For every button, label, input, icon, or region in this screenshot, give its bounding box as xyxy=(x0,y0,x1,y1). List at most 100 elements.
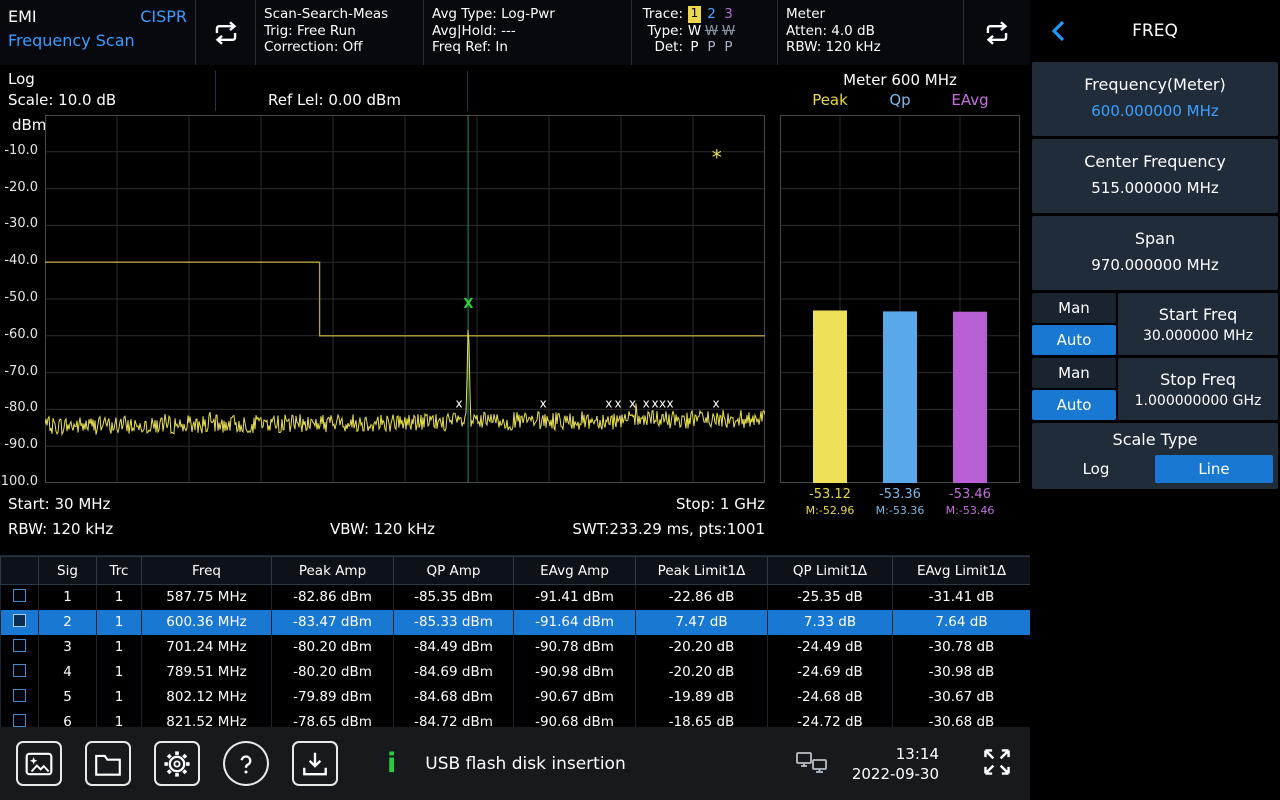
svg-text:x: x xyxy=(629,397,636,411)
clock[interactable]: 13:14 2022-09-30 xyxy=(852,744,939,784)
meter-settings-segment[interactable]: Meter Atten: 4.0 dB RBW: 120 kHz xyxy=(778,0,964,65)
table-cell: -24.49 dB xyxy=(768,635,893,660)
table-row[interactable]: 61821.52 MHz-78.65 dBm-84.72 dBm-90.68 d… xyxy=(1,710,1031,728)
trace-2-badge[interactable]: 2 xyxy=(707,6,716,23)
span-button[interactable]: Span 970.000000 MHz xyxy=(1032,216,1278,290)
meter-loop-button[interactable] xyxy=(964,0,1030,65)
row-checkbox[interactable] xyxy=(13,664,26,677)
table-cell: -20.20 dB xyxy=(636,635,768,660)
fullscreen-button[interactable] xyxy=(980,745,1014,783)
table-cell: 1 xyxy=(97,585,142,610)
trigger-status: Trig: Free Run xyxy=(264,23,415,40)
swt-label: SWT:233.29 ms, pts:1001 xyxy=(572,520,765,538)
frequency-meter-label: Frequency(Meter) xyxy=(1032,75,1278,94)
gear-icon xyxy=(161,748,193,780)
usb-devices-icon[interactable] xyxy=(795,749,829,779)
start-freq-man-toggle[interactable]: Man xyxy=(1032,293,1116,323)
table-cell: 2 xyxy=(39,610,97,635)
table-row[interactable]: 21600.36 MHz-83.47 dBm-85.33 dBm-91.64 d… xyxy=(1,610,1031,635)
avg-hold: Avg|Hold: --- xyxy=(432,23,623,40)
table-row[interactable]: 11587.75 MHz-82.86 dBm-85.35 dBm-91.41 d… xyxy=(1,585,1031,610)
center-frequency-button[interactable]: Center Frequency 515.000000 MHz xyxy=(1032,139,1278,213)
table-cell: 1 xyxy=(97,610,142,635)
frequency-meter-value: 600.000000 MHz xyxy=(1032,102,1278,120)
row-checkbox[interactable] xyxy=(13,614,26,627)
scale-value-label[interactable]: Scale: 10.0 dB xyxy=(8,91,116,109)
avg-segment[interactable]: Avg Type: Log-Pwr Avg|Hold: --- Freq Ref… xyxy=(424,0,632,65)
table-cell: -24.72 dB xyxy=(768,710,893,728)
spectrum-section: Log Scale: 10.0 dB Ref Lel: 0.00 dBm dBm… xyxy=(0,65,1030,555)
column-header: EAvg Limit1Δ xyxy=(893,557,1031,585)
y-tick-label: -30.0 xyxy=(4,216,38,231)
atten-value: Atten: 4.0 dB xyxy=(786,23,955,40)
back-button[interactable] xyxy=(1048,18,1070,49)
scale-log-option[interactable]: Log xyxy=(1037,455,1155,483)
trace-3-badge[interactable]: 3 xyxy=(724,6,733,23)
table-cell: 1 xyxy=(97,710,142,728)
row-checkbox[interactable] xyxy=(13,689,26,702)
annot-divider xyxy=(467,71,468,111)
folder-icon xyxy=(93,749,123,779)
trace-segment[interactable]: Trace: 1 2 3 Type: W W W Det: P P P xyxy=(632,0,778,65)
trace-3-det: P xyxy=(724,39,732,56)
scale-line-option[interactable]: Line xyxy=(1155,455,1273,483)
stop-freq-man-toggle[interactable]: Man xyxy=(1032,358,1116,388)
file-browser-button[interactable] xyxy=(85,741,131,786)
sweep-loop-button[interactable] xyxy=(196,0,256,65)
table-cell: -22.86 dB xyxy=(636,585,768,610)
freq-menu-sidebar: FREQ Frequency(Meter) 600.000000 MHz Cen… xyxy=(1030,0,1280,800)
meter-bar-maxhold: M:-52.96 xyxy=(806,504,855,517)
help-button[interactable] xyxy=(223,741,269,786)
scale-mode-label[interactable]: Log xyxy=(8,70,35,88)
table-cell: -20.20 dB xyxy=(636,660,768,685)
signal-table: SigTrcFreqPeak AmpQP AmpEAvg AmpPeak Lim… xyxy=(0,556,1030,727)
table-cell: -30.78 dB xyxy=(893,635,1031,660)
y-tick-label: -80.0 xyxy=(4,400,38,415)
screenshot-button[interactable] xyxy=(16,741,62,786)
y-tick-label: -20.0 xyxy=(4,180,38,195)
mode-label: EMI xyxy=(8,5,37,29)
trace-1-det: P xyxy=(690,39,698,56)
y-tick-label: -60.0 xyxy=(4,327,38,342)
table-cell: 1 xyxy=(39,585,97,610)
table-row[interactable]: 51802.12 MHz-79.89 dBm-84.68 dBm-90.67 d… xyxy=(1,685,1031,710)
meter-bar-label: Qp xyxy=(889,91,910,109)
table-row[interactable]: 41789.51 MHz-80.20 dBm-84.69 dBm-90.98 d… xyxy=(1,660,1031,685)
ref-level-label[interactable]: Ref Lel: 0.00 dBm xyxy=(268,91,401,109)
save-button[interactable] xyxy=(292,741,338,786)
start-freq-value-button[interactable]: Start Freq 30.000000 MHz xyxy=(1118,293,1278,355)
column-header: QP Amp xyxy=(394,557,514,585)
stop-freq-auto-toggle[interactable]: Auto xyxy=(1032,390,1116,420)
mode-segment[interactable]: EMI CISPR Frequency Scan xyxy=(0,0,196,65)
stop-freq-value-button[interactable]: Stop Freq 1.000000000 GHz xyxy=(1118,358,1278,420)
table-cell: -84.49 dBm xyxy=(394,635,514,660)
freq-ref: Freq Ref: In xyxy=(432,39,623,56)
table-cell: -18.65 dB xyxy=(636,710,768,728)
frequency-meter-button[interactable]: Frequency(Meter) 600.000000 MHz xyxy=(1032,62,1278,136)
row-checkbox[interactable] xyxy=(13,714,26,727)
stop-freq-value: 1.000000000 GHz xyxy=(1135,393,1262,409)
settings-button[interactable] xyxy=(154,741,200,786)
y-tick-label: -50.0 xyxy=(4,290,38,305)
center-frequency-value: 515.000000 MHz xyxy=(1032,179,1278,197)
annot-divider xyxy=(215,71,216,111)
trace-1-badge[interactable]: 1 xyxy=(688,6,702,23)
trace-3-type: W xyxy=(722,23,735,40)
signal-table-wrap[interactable]: SigTrcFreqPeak AmpQP AmpEAvg AmpPeak Lim… xyxy=(0,555,1030,727)
table-cell: -30.68 dB xyxy=(893,710,1031,728)
submode-label: Frequency Scan xyxy=(8,29,187,53)
time-value: 13:14 xyxy=(852,744,939,764)
row-checkbox[interactable] xyxy=(13,639,26,652)
table-row[interactable]: 31701.24 MHz-80.20 dBm-84.49 dBm-90.78 d… xyxy=(1,635,1031,660)
trace-2-type: W xyxy=(705,23,718,40)
table-cell: 701.24 MHz xyxy=(142,635,272,660)
table-cell: 7.64 dB xyxy=(893,610,1031,635)
rbw-label: RBW: 120 kHz xyxy=(8,520,113,538)
start-freq-auto-toggle[interactable]: Auto xyxy=(1032,325,1116,355)
spectrum-plot[interactable]: xxxxxxxxxxX* xyxy=(45,115,765,483)
row-checkbox[interactable] xyxy=(13,589,26,602)
table-cell: -79.89 dBm xyxy=(272,685,394,710)
date-value: 2022-09-30 xyxy=(852,764,939,784)
table-cell: -90.78 dBm xyxy=(514,635,636,660)
scan-status-segment[interactable]: Scan-Search-Meas Trig: Free Run Correcti… xyxy=(256,0,424,65)
